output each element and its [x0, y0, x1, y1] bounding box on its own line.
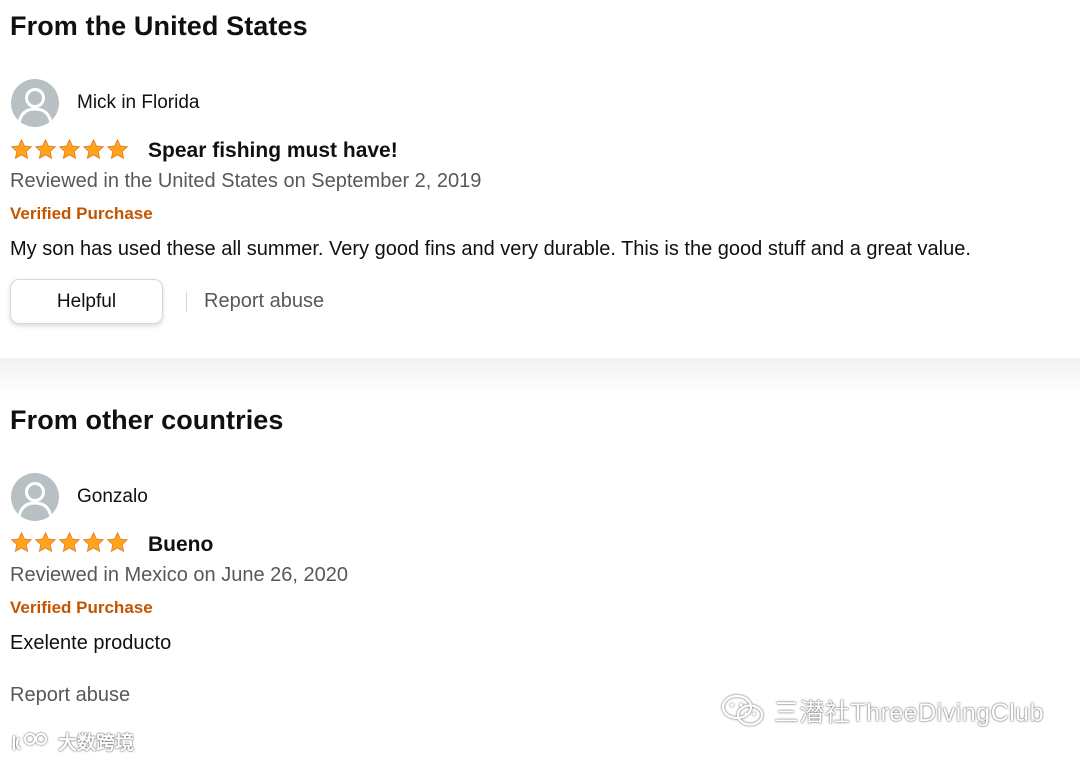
star-icon	[34, 138, 57, 160]
avatar	[11, 79, 59, 127]
avatar	[11, 473, 59, 521]
review-date: Reviewed in Mexico on June 26, 2020	[10, 564, 348, 586]
star-icon	[106, 138, 129, 160]
star-icon	[58, 138, 81, 160]
star-icon	[82, 531, 105, 553]
divider	[186, 292, 187, 312]
helpful-button[interactable]: Helpful	[10, 279, 163, 324]
user-silhouette-icon	[17, 482, 53, 518]
review-title[interactable]: Bueno	[148, 533, 213, 557]
review-date: Reviewed in the United States on Septemb…	[10, 170, 482, 192]
wechat-icon	[721, 694, 763, 726]
section-separator	[0, 358, 1080, 398]
verified-purchase-badge: Verified Purchase	[10, 204, 153, 223]
watermark-text: 大数跨境	[58, 733, 135, 754]
star-rating	[10, 138, 129, 162]
star-icon	[106, 531, 129, 553]
star-rating	[10, 531, 129, 555]
verified-purchase-badge: Verified Purchase	[10, 598, 153, 617]
section-title-other-countries: From other countries	[10, 405, 284, 435]
report-abuse-link[interactable]: Report abuse	[204, 290, 324, 313]
star-icon	[82, 138, 105, 160]
star-icon	[10, 531, 33, 553]
star-icon	[58, 531, 81, 553]
wechat-watermark: 三潜社ThreeDivingClub	[720, 693, 1044, 729]
reviewer-name[interactable]: Gonzalo	[77, 486, 148, 508]
star-icon	[34, 531, 57, 553]
report-abuse-link[interactable]: Report abuse	[10, 684, 130, 707]
review-body: Exelente producto	[10, 632, 172, 654]
review-title[interactable]: Spear fishing must have!	[148, 139, 398, 163]
star-icon	[10, 138, 33, 160]
user-silhouette-icon	[17, 88, 53, 124]
review-body: My son has used these all summer. Very g…	[10, 238, 971, 260]
section-title-us: From the United States	[10, 11, 308, 41]
watermark-text: 三潜社ThreeDivingClub	[773, 699, 1044, 727]
brand-logo-icon	[12, 732, 47, 750]
brand-watermark: 大数跨境	[10, 728, 134, 755]
reviewer-name[interactable]: Mick in Florida	[77, 92, 199, 114]
